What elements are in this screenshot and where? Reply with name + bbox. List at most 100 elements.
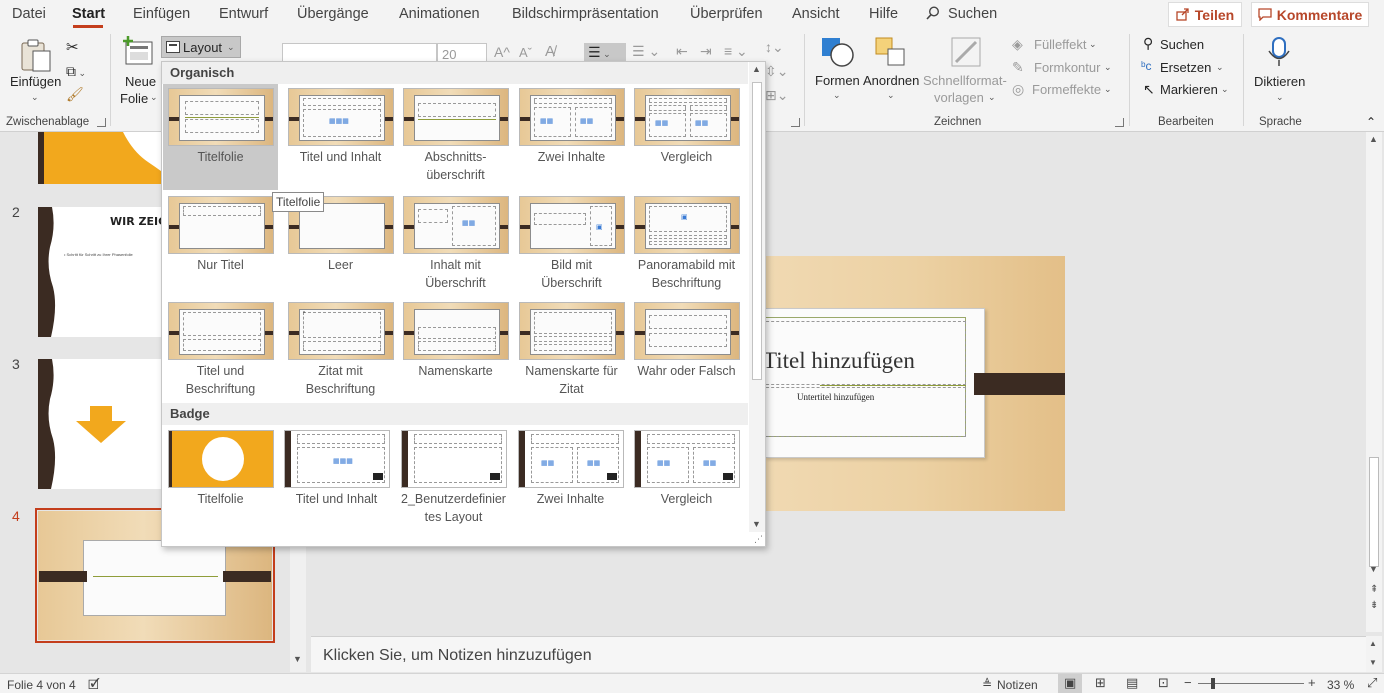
clipboard-launcher-icon[interactable] xyxy=(97,118,106,127)
layout-option-1[interactable]: Titelfolie xyxy=(163,84,278,190)
paragraph-launcher-icon[interactable] xyxy=(791,118,800,127)
format-painter-icon[interactable]: 🖌 xyxy=(66,86,84,103)
layout-option-2[interactable]: ▦▦▦ Titel und Inhalt xyxy=(283,84,398,188)
normal-view-button[interactable]: ▣ xyxy=(1058,674,1082,693)
layout-option-15[interactable]: Wahr oder Falsch xyxy=(629,298,744,402)
layout-option-12[interactable]: “Zitat mit Beschriftung xyxy=(283,298,398,402)
gallery-scroll-thumb[interactable] xyxy=(752,82,762,380)
replace-label[interactable]: Ersetzen xyxy=(1160,60,1211,75)
tab-uebergaenge[interactable]: Übergänge xyxy=(297,6,369,22)
shapes-label[interactable]: Formen xyxy=(815,73,860,88)
outline-label[interactable]: Formkontur xyxy=(1034,60,1100,75)
grow-font-icon[interactable]: A^ xyxy=(494,44,510,60)
select-dropdown-icon[interactable]: ⌄ xyxy=(1221,84,1229,95)
layout-option-3[interactable]: Abschnitts-überschrift xyxy=(398,84,513,188)
accessibility-icon[interactable]: 🗹 xyxy=(88,676,100,693)
gallery-scroll-up-icon[interactable]: ▲ xyxy=(752,64,761,74)
layout-option-11[interactable]: Titel und Beschriftung xyxy=(163,298,278,402)
layout-option-14[interactable]: Namenskarte für Zitat xyxy=(514,298,629,402)
smartart-icon[interactable]: ⊞⌄ xyxy=(765,87,788,104)
microphone-icon[interactable] xyxy=(1267,36,1291,71)
copy-icon[interactable]: ⧉ ⌄ xyxy=(66,63,86,80)
tab-ansicht[interactable]: Ansicht xyxy=(792,6,840,22)
notes-scroll-down-icon[interactable]: ▼ xyxy=(1369,658,1377,667)
previous-slide-icon[interactable]: ⇞ xyxy=(1370,584,1378,595)
badge-layout-option-2[interactable]: ▦▦▦ Titel und Inhalt xyxy=(279,426,394,530)
tab-einfuegen[interactable]: Einfügen xyxy=(133,6,190,22)
fit-to-window-icon[interactable]: ⤢ xyxy=(1367,675,1377,691)
notes-pane[interactable]: Klicken Sie, um Notizen hinzuzufügen xyxy=(311,636,1366,672)
tab-datei[interactable]: Datei xyxy=(12,6,46,22)
quick-styles-dropdown-icon[interactable]: ⌄ xyxy=(988,92,996,103)
collapse-ribbon-icon[interactable]: ⌃ xyxy=(1366,115,1376,129)
slideshow-icon[interactable]: ⊡ xyxy=(1158,675,1169,691)
scroll-thumb[interactable] xyxy=(1369,457,1379,567)
tab-hilfe[interactable]: Hilfe xyxy=(869,6,898,22)
layout-option-5[interactable]: ▦▦ ▦▦ Vergleich xyxy=(629,84,744,188)
quick-styles-label-2[interactable]: vorlagen xyxy=(934,90,984,105)
fill-label[interactable]: Fülleffekt xyxy=(1034,37,1087,52)
slide-sorter-icon[interactable]: ⊞ xyxy=(1095,675,1106,691)
line-spacing-icon[interactable]: ≡ ⌄ xyxy=(724,43,748,60)
slide-scrollbar[interactable]: ▲ ▼ ⇞ ⇟ xyxy=(1366,132,1382,632)
new-slide-icon[interactable] xyxy=(122,36,154,69)
paste-button-label[interactable]: Einfügen xyxy=(10,74,61,89)
notes-scroll-up-icon[interactable]: ▲ xyxy=(1369,639,1377,648)
subtitle-placeholder[interactable]: Untertitel hinzufügen xyxy=(765,387,966,437)
cut-icon[interactable]: ✂ xyxy=(66,38,79,56)
reading-view-icon[interactable]: ▤ xyxy=(1126,675,1138,691)
new-slide-label-1[interactable]: Neue xyxy=(125,74,156,89)
layout-option-4[interactable]: ▦▦ ▦▦ Zwei Inhalte xyxy=(514,84,629,188)
fill-dropdown-icon[interactable]: ⌄ xyxy=(1089,39,1097,50)
gallery-scrollbar[interactable]: ▲ ▼ xyxy=(749,62,765,532)
arrange-dropdown-icon[interactable]: ⌄ xyxy=(887,90,895,101)
quick-styles-icon[interactable] xyxy=(950,36,984,71)
current-slide[interactable]: Titel hinzufügen Untertitel hinzufügen xyxy=(765,256,1065,511)
drawing-launcher-icon[interactable] xyxy=(1115,118,1124,127)
effects-label[interactable]: Formeffekte xyxy=(1032,82,1101,97)
badge-layout-option-1[interactable]: Titelfolie xyxy=(163,426,278,530)
resize-grip-icon[interactable]: ⋰ xyxy=(754,534,763,545)
title-placeholder[interactable]: Titel hinzufügen xyxy=(765,321,966,385)
tab-entwurf[interactable]: Entwurf xyxy=(219,6,268,22)
arrange-icon[interactable] xyxy=(874,36,908,71)
badge-layout-option-3[interactable]: 2_Benutzerdefinier tes Layout xyxy=(396,426,511,530)
scroll-down-icon[interactable]: ▼ xyxy=(293,654,302,664)
layout-option-10[interactable]: ▣ Panoramabild mit Beschriftung xyxy=(629,192,744,296)
select-cursor-icon[interactable]: ↖ xyxy=(1143,81,1155,98)
shrink-font-icon[interactable]: Aˇ xyxy=(519,45,532,60)
next-slide-icon[interactable]: ⇟ xyxy=(1370,600,1378,611)
arrange-label[interactable]: Anordnen xyxy=(863,73,919,88)
find-icon[interactable]: ⚲ xyxy=(1143,35,1153,52)
tab-start[interactable]: Start xyxy=(72,6,105,22)
zoom-out-icon[interactable]: − xyxy=(1184,675,1192,690)
find-label[interactable]: Suchen xyxy=(1160,37,1204,52)
zoom-slider-thumb[interactable] xyxy=(1211,678,1215,689)
tab-bildschirmpraesentation[interactable]: Bildschirmpräsentation xyxy=(512,6,659,22)
numbering-icon[interactable]: ☰ ⌄ xyxy=(632,43,660,60)
scroll-down-icon[interactable]: ▼ xyxy=(1369,564,1378,574)
increase-indent-icon[interactable]: ⇥ xyxy=(700,43,712,60)
layout-option-13[interactable]: Namenskarte xyxy=(398,298,513,402)
layout-option-9[interactable]: ▣ Bild mit Überschrift xyxy=(514,192,629,296)
quick-styles-label-1[interactable]: Schnellformat- xyxy=(923,73,1007,88)
effects-icon[interactable]: ◎ xyxy=(1012,81,1024,98)
new-slide-dropdown-icon[interactable]: ⌄ xyxy=(150,92,158,103)
fill-icon[interactable]: ◈ xyxy=(1012,36,1023,53)
new-slide-label-2[interactable]: Folie xyxy=(120,91,148,106)
badge-layout-option-5[interactable]: ▦▦ ▦▦ Vergleich xyxy=(629,426,744,530)
replace-icon[interactable]: ᵇc xyxy=(1141,59,1152,73)
gallery-scroll-down-icon[interactable]: ▼ xyxy=(752,519,761,529)
zoom-level[interactable]: 33 % xyxy=(1327,678,1354,692)
effects-dropdown-icon[interactable]: ⌄ xyxy=(1104,84,1112,95)
scroll-up-icon[interactable]: ▲ xyxy=(1369,134,1378,144)
layout-button[interactable]: Layout ⌄ xyxy=(161,36,241,58)
tab-animationen[interactable]: Animationen xyxy=(399,6,480,22)
decrease-indent-icon[interactable]: ⇤ xyxy=(676,43,688,60)
notes-toggle-label[interactable]: Notizen xyxy=(997,678,1038,692)
search-box[interactable]: Suchen xyxy=(926,6,997,22)
text-direction-icon[interactable]: ↕⌄ xyxy=(765,39,784,56)
outline-icon[interactable]: ✎ xyxy=(1012,59,1024,76)
share-button[interactable]: Teilen xyxy=(1168,2,1242,27)
shapes-dropdown-icon[interactable]: ⌄ xyxy=(833,90,841,101)
